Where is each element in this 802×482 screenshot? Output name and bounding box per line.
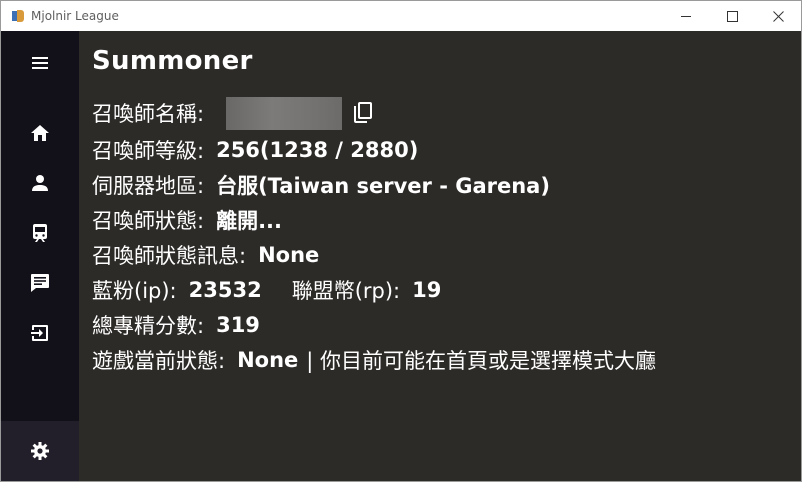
window-controls	[663, 1, 801, 31]
sidebar-item-home[interactable]	[1, 113, 79, 153]
maximize-icon	[726, 10, 738, 22]
game-state-value: None	[237, 348, 299, 372]
gear-icon	[31, 442, 49, 460]
copy-name-button[interactable]	[351, 101, 375, 125]
sidebar	[1, 31, 79, 481]
summoner-name-redacted	[226, 96, 343, 130]
server-region-row: 伺服器地區: 台服(Taiwan server - Garena)	[92, 170, 550, 200]
summoner-status-value: 離開...	[216, 209, 283, 233]
ip-label: 藍粉(ip):	[92, 279, 177, 303]
summoner-level-value: 256(1238 / 2880)	[216, 138, 419, 162]
menu-icon	[32, 57, 48, 69]
title-bar: Mjolnir League	[1, 1, 801, 31]
game-state-row: 遊戲當前狀態: None | 你目前可能在首頁或是選擇模式大廳	[92, 345, 656, 375]
mastery-score-row: 總專精分數: 319	[92, 310, 260, 340]
summoner-name-label: 召喚師名稱:	[92, 102, 205, 126]
person-icon	[32, 175, 48, 191]
exit-icon	[31, 325, 48, 341]
close-button[interactable]	[755, 1, 801, 31]
currency-row: 藍粉(ip): 23532 聯盟幣(rp): 19	[92, 275, 441, 305]
game-state-note: | 你目前可能在首頁或是選擇模式大廳	[306, 349, 657, 373]
app-window: Mjolnir League Summoner 召喚師名稱: 召喚師等級: 25…	[0, 0, 802, 482]
app-logo-icon	[12, 10, 24, 22]
copy-icon	[354, 102, 373, 123]
page-title: Summoner	[92, 46, 253, 76]
server-region-label: 伺服器地區:	[92, 174, 205, 198]
mastery-score-label: 總專精分數:	[92, 314, 205, 338]
summoner-status-row: 召喚師狀態: 離開...	[92, 205, 282, 235]
status-message-label: 召喚師狀態訊息:	[92, 244, 247, 268]
rp-value: 19	[412, 278, 442, 302]
game-state-label: 遊戲當前狀態:	[92, 349, 226, 373]
menu-button[interactable]	[1, 43, 79, 83]
home-icon	[31, 125, 49, 141]
summoner-status-label: 召喚師狀態:	[92, 209, 205, 233]
chat-icon	[31, 274, 49, 292]
sidebar-item-summoner[interactable]	[1, 163, 79, 203]
sidebar-item-chat[interactable]	[1, 263, 79, 303]
server-region-value: 台服(Taiwan server - Garena)	[216, 174, 550, 198]
rp-label: 聯盟幣(rp):	[291, 279, 401, 303]
mastery-score-value: 319	[216, 313, 260, 337]
summoner-level-label: 召喚師等級:	[92, 139, 205, 163]
ip-value: 23532	[188, 278, 262, 302]
summoner-level-row: 召喚師等級: 256(1238 / 2880)	[92, 135, 418, 165]
maximize-button[interactable]	[709, 1, 755, 31]
sidebar-item-logout[interactable]	[1, 313, 79, 353]
main-content: Summoner 召喚師名稱: 召喚師等級: 256(1238 / 2880) …	[79, 31, 801, 481]
status-message-row: 召喚師狀態訊息: None	[92, 240, 319, 270]
sidebar-item-train[interactable]	[1, 213, 79, 253]
status-message-value: None	[258, 243, 320, 267]
minimize-button[interactable]	[663, 1, 709, 31]
summoner-name-row: 召喚師名稱:	[92, 96, 375, 130]
minimize-icon	[681, 16, 691, 17]
settings-button[interactable]	[1, 421, 79, 481]
window-title: Mjolnir League	[31, 9, 119, 23]
train-icon	[33, 224, 47, 242]
close-icon	[772, 10, 784, 22]
